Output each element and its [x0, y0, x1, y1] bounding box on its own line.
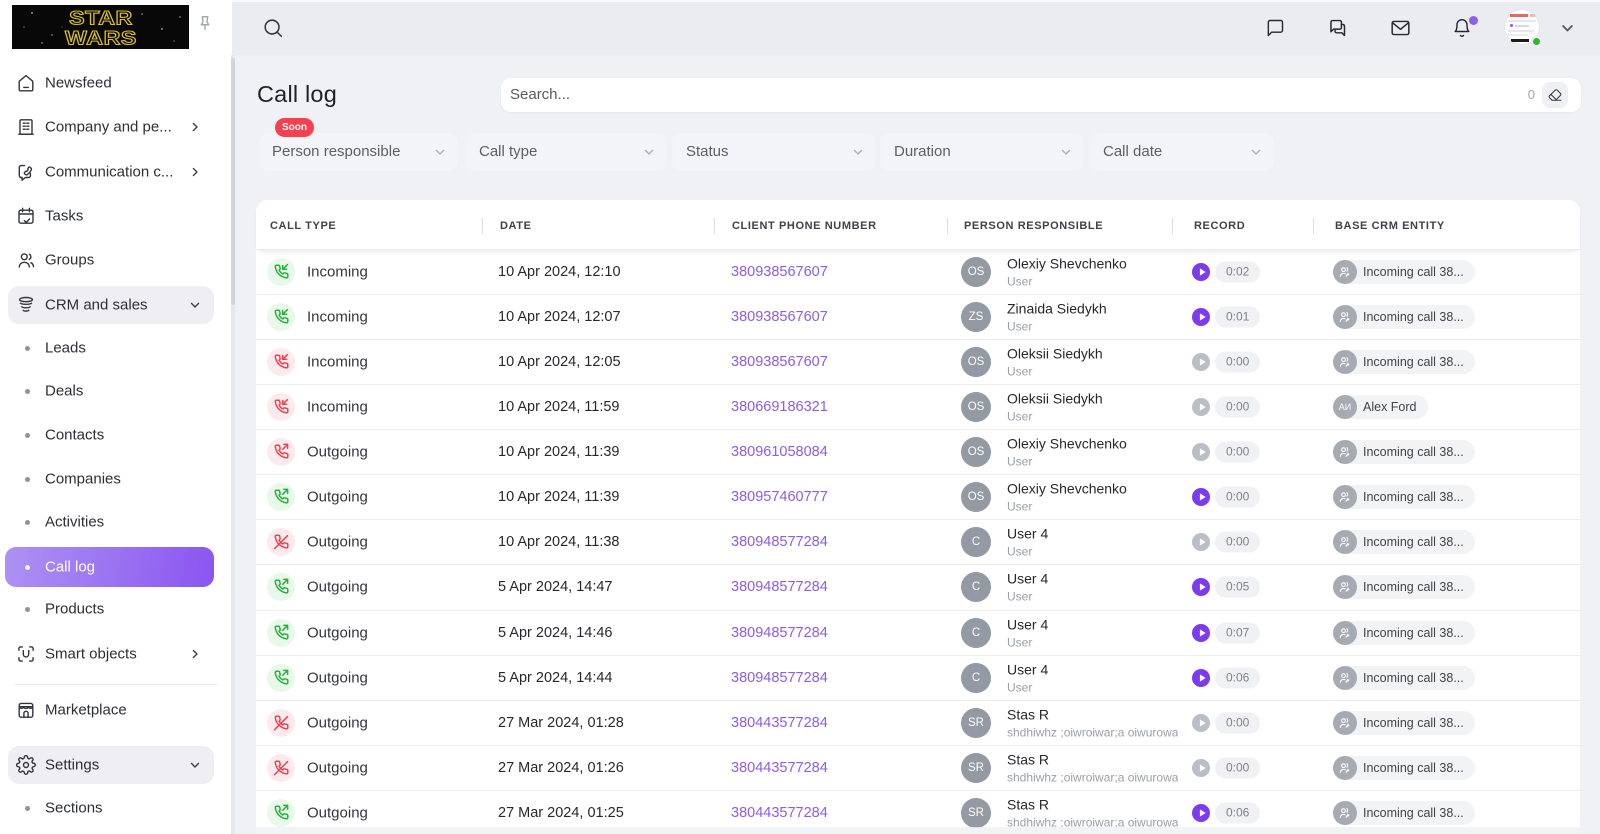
- svg-text:STAR: STAR: [69, 8, 133, 29]
- svg-text:WARS: WARS: [65, 28, 137, 49]
